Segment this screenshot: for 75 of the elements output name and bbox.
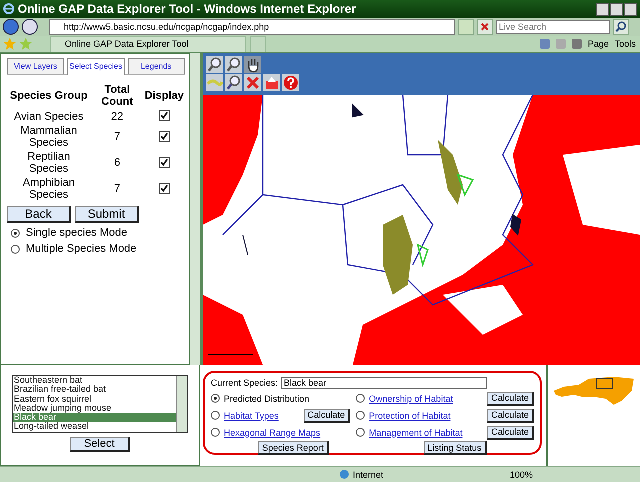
option-radio[interactable] [211, 411, 220, 420]
option-link[interactable]: Habitat Types [224, 410, 279, 420]
calculate-button[interactable]: Calculate [487, 408, 534, 422]
globe-icon [340, 470, 349, 479]
report-button[interactable]: Listing Status [424, 441, 487, 455]
species-group: Amphibian Species [7, 176, 91, 202]
option-label: Predicted Distribution [224, 394, 310, 404]
option-link[interactable]: Management of Habitat [369, 428, 463, 438]
search-field[interactable]: Live Search [496, 20, 610, 34]
scrollbar[interactable] [190, 53, 203, 365]
window-title: Online GAP Data Explorer Tool - Windows Internet Explorer [18, 2, 358, 16]
report-button[interactable]: Species Report [258, 441, 329, 455]
species-group: Reptilian Species [7, 150, 91, 176]
column-header: Display [144, 89, 185, 104]
option-link[interactable]: Protection of Habitat [369, 410, 451, 420]
option-radio[interactable] [211, 428, 220, 437]
option-radio[interactable] [211, 394, 220, 403]
security-zone: Internet [353, 470, 384, 480]
species-count: 22 [110, 110, 125, 124]
mode-label: Single species Mode [26, 227, 128, 239]
close-button[interactable] [624, 2, 637, 16]
field-label: Current Species: [211, 378, 278, 388]
upload-icon[interactable] [263, 74, 280, 91]
minimize-button[interactable] [596, 2, 609, 16]
species-item[interactable]: Long-tailed weasel [13, 422, 176, 432]
species-count: 7 [113, 182, 122, 197]
species-item[interactable]: Black bear [13, 413, 176, 422]
maximize-button[interactable] [610, 2, 623, 16]
column-header: Total Count [100, 83, 134, 109]
display-checkbox[interactable] [158, 110, 170, 121]
species-item[interactable]: Meadow jumping mouse [13, 404, 176, 414]
zoom-out-icon[interactable] [225, 56, 242, 73]
scrollbar[interactable] [176, 376, 187, 432]
calculate-button[interactable]: Calculate [487, 392, 534, 406]
calculate-button[interactable]: Calculate [304, 408, 350, 422]
display-checkbox[interactable] [158, 156, 170, 168]
command-menu[interactable]: Page [588, 39, 609, 49]
species-item[interactable]: Eastern fox squirrel [13, 394, 176, 404]
display-checkbox[interactable] [158, 182, 170, 194]
browser-logo-icon [3, 3, 15, 15]
panel-tab[interactable]: Select Species [67, 58, 125, 75]
species-group: Avian Species [7, 109, 91, 124]
current-species-field[interactable]: Black bear [281, 377, 488, 389]
species-group: Mammalian Species [7, 124, 91, 150]
mode-radio[interactable] [11, 244, 20, 254]
form-button[interactable]: Back [7, 206, 71, 223]
option-link[interactable]: Ownership of Habitat [369, 394, 454, 404]
star-icon[interactable] [4, 38, 16, 50]
zoom-tool-icon[interactable] [225, 74, 242, 91]
command-menu[interactable]: Tools [614, 39, 636, 49]
mode-radio[interactable] [11, 228, 20, 238]
species-count: 7 [113, 130, 122, 145]
zoom-in-icon[interactable] [206, 56, 223, 73]
option-radio[interactable] [356, 428, 366, 437]
display-checkbox[interactable] [158, 130, 170, 142]
form-button[interactable]: Submit [75, 206, 139, 223]
species-item[interactable]: Southeastern bat [13, 376, 176, 386]
calculate-button[interactable]: Calculate [487, 426, 534, 440]
panel-tab[interactable]: Legends [128, 58, 185, 74]
species-item[interactable]: Brazilian free-tailed bat [13, 385, 176, 395]
column-header: Species Group [9, 89, 89, 104]
select-button[interactable]: Select [70, 437, 130, 452]
pan-hand-icon[interactable] [244, 56, 261, 73]
zoom-level[interactable]: 100% [510, 470, 534, 480]
stop-icon[interactable] [477, 19, 493, 35]
species-count: 6 [113, 156, 122, 171]
address-field[interactable]: http://www5.basic.ncsu.edu/ncgap/ncgap/index.php [49, 19, 455, 35]
search-icon[interactable] [613, 19, 629, 35]
option-link[interactable]: Hexagonal Range Maps [224, 428, 321, 438]
option-radio[interactable] [356, 394, 366, 403]
mode-label: Multiple Species Mode [26, 243, 137, 255]
browser-tab[interactable]: Online GAP Data Explorer Tool [50, 36, 246, 52]
option-radio[interactable] [356, 411, 366, 420]
panel-tab[interactable]: View Layers [7, 58, 64, 74]
help-icon[interactable] [282, 74, 299, 91]
